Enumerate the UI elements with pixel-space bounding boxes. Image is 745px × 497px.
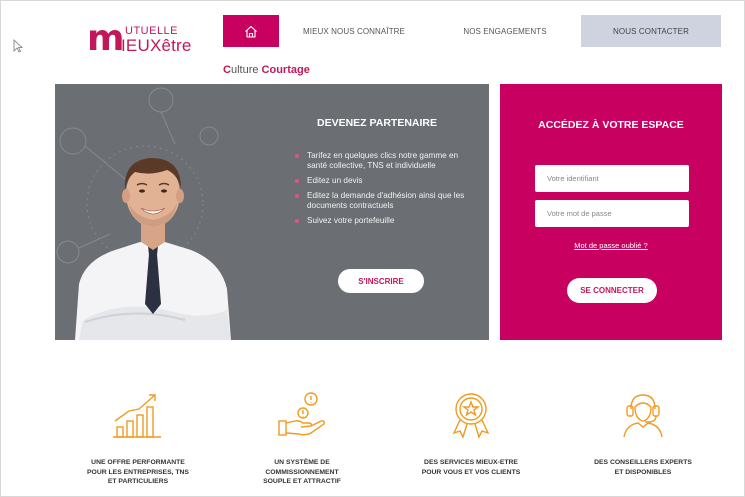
logo-line-2: IEUXêtre <box>121 36 192 55</box>
feature-caption: UNE OFFRE PERFORMANTE POUR LES ENTREPRIS… <box>68 458 208 487</box>
forgot-password-link[interactable]: Mot de passe oublié ? <box>500 241 722 250</box>
feature-caption-line: UN SYSTÈME DE <box>274 459 330 466</box>
nav-item-nous-contacter[interactable]: NOUS CONTACTER <box>581 15 721 47</box>
feature-caption-line: UNE OFFRE PERFORMANTE <box>91 459 185 466</box>
benefit-item: Suivez votre portefeuille <box>295 216 465 226</box>
subtitle-part1: ulture <box>230 64 262 76</box>
feature-offer: UNE OFFRE PERFORMANTE POUR LES ENTREPRIS… <box>68 389 208 487</box>
feature-caption: UN SYSTÈME DE COMMISSIONNEMENT SOUPLE ET… <box>232 458 372 487</box>
username-field[interactable]: Votre identifiant <box>535 165 689 192</box>
mouse-cursor-icon <box>13 39 23 53</box>
subtitle-part2: Courtage <box>261 64 310 76</box>
benefit-item: Tarifez en quelques clics notre gamme en… <box>295 151 465 171</box>
logo-initial: m <box>87 18 124 59</box>
login-panel: ACCÉDEZ À VOTRE ESPACE Votre identifiant… <box>500 84 722 340</box>
nav-home-button[interactable] <box>223 15 279 47</box>
nav-item-nos-engagements[interactable]: NOS ENGAGEMENTS <box>429 15 581 47</box>
main-navigation: MIEUX NOUS CONNAÎTRE NOS ENGAGEMENTS NOU… <box>223 15 721 47</box>
feature-caption-line: ET PARTICULIERS <box>107 478 169 485</box>
feature-services: DES SERVICES MIEUX-ETRE POUR VOUS ET VOS… <box>401 389 541 477</box>
feature-caption-line: POUR LES ENTREPRISES, TNS <box>87 468 189 476</box>
nav-item-mieux-nous-connaitre[interactable]: MIEUX NOUS CONNAÎTRE <box>279 15 429 47</box>
feature-caption-line: COMMISSIONNEMENT <box>265 468 339 476</box>
award-star-icon <box>452 393 490 439</box>
mutuelle-mieux-etre-logo[interactable]: m UTUELLE IEUXêtre <box>87 18 197 61</box>
partner-title: DEVENEZ PARTENAIRE <box>317 117 437 129</box>
feature-caption-line: DES CONSEILLERS EXPERTS <box>594 459 692 466</box>
partner-panel: DEVENEZ PARTENAIRE Tarifez en quelques c… <box>55 84 489 340</box>
feature-caption-line: DES SERVICES MIEUX-ETRE <box>424 459 518 466</box>
connect-button[interactable]: SE CONNECTER <box>567 278 657 303</box>
feature-caption-line: POUR VOUS ET VOS CLIENTS <box>421 468 521 476</box>
browser-viewport: m UTUELLE IEUXêtre MIEUX NOUS CONNAÎTRE … <box>0 0 745 497</box>
login-title: ACCÉDEZ À VOTRE ESPACE <box>538 119 684 131</box>
home-icon <box>245 25 257 38</box>
feature-commission: UN SYSTÈME DE COMMISSIONNEMENT SOUPLE ET… <box>232 389 372 487</box>
advisor-headset-icon <box>623 394 663 438</box>
benefit-item: Editez la demande d'adhésion ainsi que l… <box>295 191 465 211</box>
feature-advisors: DES CONSEILLERS EXPERTS ET DISPONIBLES <box>573 389 713 477</box>
benefit-item: Editez un devis <box>295 176 465 186</box>
feature-caption-line: SOUPLE ET ATTRACTIF <box>263 478 341 485</box>
feature-caption: DES CONSEILLERS EXPERTS ET DISPONIBLES <box>573 458 713 477</box>
feature-caption-line: ET DISPONIBLES <box>614 468 672 476</box>
growth-chart-icon <box>113 394 161 438</box>
feature-caption: DES SERVICES MIEUX-ETRE POUR VOUS ET VOS… <box>401 458 541 477</box>
signup-button[interactable]: S'INSCRIRE <box>338 269 424 293</box>
password-field[interactable]: Votre mot de passe <box>535 200 689 227</box>
page-subtitle: Culture Courtage <box>223 64 310 76</box>
subtitle-initial: C <box>223 64 231 76</box>
partner-benefits-list: Tarifez en quelques clics notre gamme en… <box>295 151 465 231</box>
hand-coins-icon <box>278 392 325 436</box>
